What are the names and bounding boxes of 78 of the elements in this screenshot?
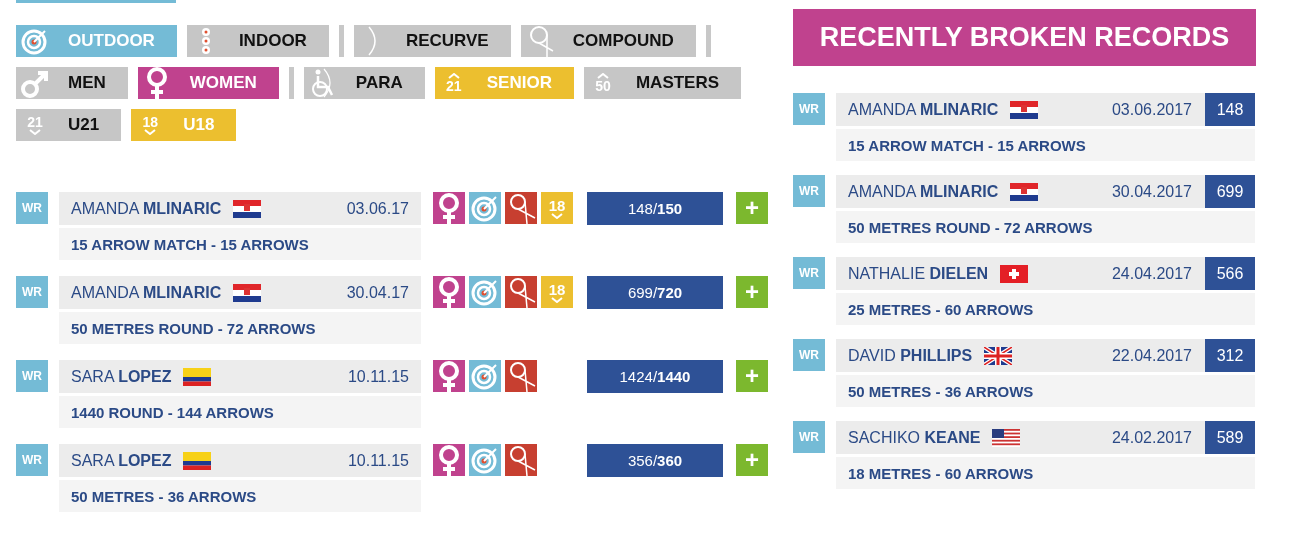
score-box: 148	[1205, 93, 1255, 126]
expand-button[interactable]: +	[736, 192, 768, 224]
score-box: 148/150	[587, 192, 723, 225]
down-chevron-icon	[28, 129, 42, 135]
up-chevron-icon	[595, 73, 610, 79]
age-number: 18	[142, 115, 158, 129]
female-icon	[433, 276, 465, 308]
age-category-badge: 18	[541, 192, 573, 224]
filter-button[interactable]: MEN	[16, 67, 128, 99]
athlete-name: SACHIKO KEANE	[848, 428, 981, 447]
record-date: 10.11.15	[347, 367, 409, 386]
event-name: 50 METRES ROUND - 72 ARROWS	[836, 211, 1255, 243]
age-number: 21	[445, 79, 462, 93]
event-name: 50 METRES - 36 ARROWS	[59, 480, 421, 512]
score-box: 699/720	[587, 276, 723, 309]
score-box: 699	[1205, 175, 1255, 208]
score-box: 356/360	[587, 444, 723, 477]
score-box: 589	[1205, 421, 1255, 454]
athlete-name: DAVID PHILLIPS	[848, 346, 973, 365]
target-icon	[469, 192, 501, 224]
record-date: 10.11.15	[347, 451, 409, 470]
athlete-name: SARA LOPEZ	[71, 367, 172, 386]
record-badge: WR	[793, 257, 825, 289]
expand-button[interactable]: +	[736, 360, 768, 392]
score-box: 1424/1440	[587, 360, 723, 393]
event-name: 18 METRES - 60 ARROWS	[836, 457, 1255, 489]
age-category-badge: 18	[541, 276, 573, 308]
age-number: 50	[595, 79, 611, 93]
filter-button[interactable]: WOMEN	[137, 67, 279, 99]
filter-button[interactable]: 50 MASTERS	[583, 67, 742, 99]
target-icon	[469, 444, 501, 476]
record-badge: WR	[16, 360, 48, 392]
filter-button[interactable]: INDOOR	[186, 25, 329, 57]
record-date: 30.04.2017	[1111, 182, 1192, 201]
expand-button[interactable]: +	[736, 444, 768, 476]
athlete-name: AMANDA MLINARIC	[71, 283, 222, 302]
event-name: 15 ARROW MATCH - 15 ARROWS	[836, 129, 1255, 161]
filter-button[interactable]: RECURVE	[353, 25, 511, 57]
down-chevron-icon	[143, 129, 158, 135]
bow-icon	[368, 25, 378, 57]
score-box: 566	[1205, 257, 1255, 290]
up-chevron-icon	[446, 73, 461, 79]
targets-icon	[200, 25, 211, 57]
athlete-name: SARA LOPEZ	[71, 451, 172, 470]
filter-button[interactable]: COMPOUND	[520, 25, 696, 57]
filter-button[interactable]: PARA	[303, 67, 425, 99]
athlete-name: NATHALIE DIELEN	[848, 264, 989, 283]
athlete-name: AMANDA MLINARIC	[71, 199, 222, 218]
record-date: 22.04.2017	[1111, 346, 1192, 365]
target-icon	[469, 276, 501, 308]
record-date: 03.06.17	[346, 199, 409, 218]
record-badge: WR	[793, 175, 825, 207]
record-date: 24.04.2017	[1111, 264, 1192, 283]
record-badge: WR	[16, 444, 48, 476]
record-date: 03.06.2017	[1111, 100, 1192, 119]
filter-button[interactable]: 21 U21	[16, 109, 122, 141]
female-icon	[433, 192, 465, 224]
record-badge: WR	[793, 421, 825, 453]
female-icon	[433, 444, 465, 476]
athlete-name: AMANDA MLINARIC	[848, 100, 999, 119]
record-date: 30.04.17	[346, 283, 409, 302]
age-number: 21	[27, 115, 43, 129]
record-badge: WR	[793, 93, 825, 125]
record-date: 24.02.2017	[1111, 428, 1192, 447]
female-icon	[433, 360, 465, 392]
event-name: 50 METRES ROUND - 72 ARROWS	[59, 312, 421, 344]
event-name: 15 ARROW MATCH - 15 ARROWS	[59, 228, 421, 260]
record-badge: WR	[16, 192, 48, 224]
target-icon	[469, 360, 501, 392]
score-box: 312	[1205, 339, 1255, 372]
event-name: 1440 ROUND - 144 ARROWS	[59, 396, 421, 428]
panel-title: RECENTLY BROKEN RECORDS	[793, 9, 1256, 66]
event-name: 50 METRES - 36 ARROWS	[836, 375, 1255, 407]
athlete-name: AMANDA MLINARIC	[848, 182, 999, 201]
record-badge: WR	[793, 339, 825, 371]
record-badge: WR	[16, 276, 48, 308]
event-name: 25 METRES - 60 ARROWS	[836, 293, 1255, 325]
expand-button[interactable]: +	[736, 276, 768, 308]
